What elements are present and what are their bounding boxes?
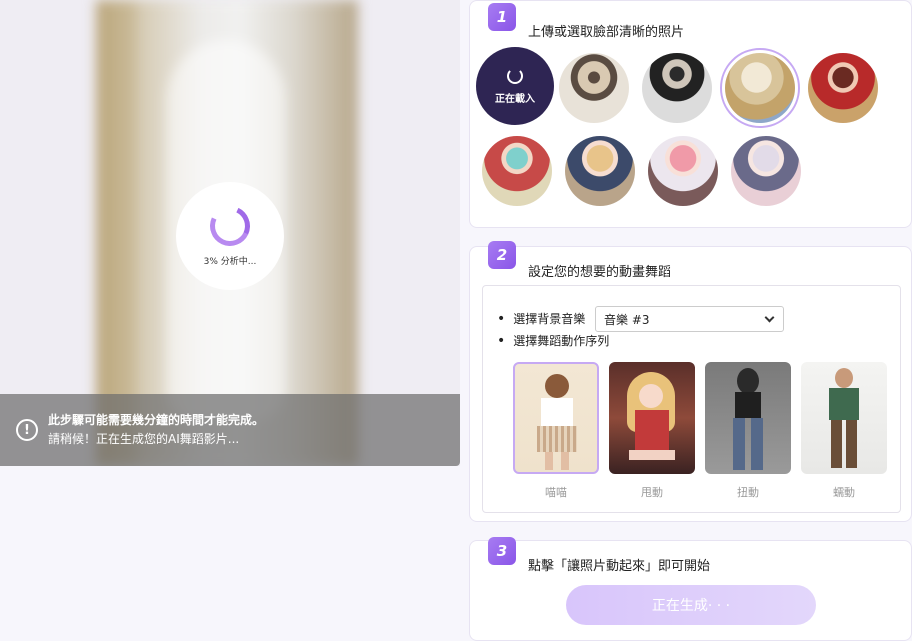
chevron-down-icon: [764, 312, 775, 322]
step1-badge: 1: [488, 3, 516, 31]
generate-button[interactable]: 正在生成· · ·: [566, 585, 816, 625]
sample-photo-1[interactable]: [559, 53, 629, 123]
sample-photo-3-selected[interactable]: [720, 48, 800, 128]
sample-photo-8[interactable]: [731, 136, 801, 206]
dance-option-2[interactable]: 甩動: [609, 362, 695, 500]
preview-panel: 3% 分析中... ! 此步驟可能需要幾分鐘的時間才能完成。 請稍候！正在生成您…: [0, 0, 460, 466]
step2-card: 2 設定您的想要的動畫舞蹈 選擇背景音樂 音樂 #3 選擇舞蹈動作序列 喵喵: [469, 241, 912, 522]
sample-photo-5[interactable]: [482, 136, 552, 206]
upload-loading-avatar[interactable]: 正在載入: [476, 47, 554, 125]
step2-badge: 2: [488, 241, 516, 269]
dance-settings-box: 選擇背景音樂 音樂 #3 選擇舞蹈動作序列 喵喵 甩動: [482, 285, 901, 513]
step2-title: 設定您的想要的動畫舞蹈: [528, 265, 672, 280]
dance-thumb-1: [513, 362, 599, 474]
dance-option-4[interactable]: 蠕動: [801, 362, 887, 500]
notice-bar: ! 此步驟可能需要幾分鐘的時間才能完成。 請稍候！正在生成您的AI舞蹈影片...: [0, 394, 460, 466]
sample-photo-4[interactable]: [808, 53, 878, 123]
step1-title: 上傳或選取臉部清晰的照片: [528, 25, 685, 40]
music-dropdown-value: 音樂 #3: [604, 312, 650, 327]
dance-label-4: 蠕動: [833, 486, 855, 499]
progress-indicator: 3% 分析中...: [176, 182, 284, 290]
info-icon: !: [16, 419, 38, 441]
dance-label-3: 扭動: [737, 486, 759, 499]
dance-label: 選擇舞蹈動作序列: [497, 332, 609, 349]
step3-title: 點擊「讓照片動起來」即可開始: [528, 559, 711, 574]
dance-option-3[interactable]: 扭動: [705, 362, 791, 500]
music-dropdown[interactable]: 音樂 #3: [595, 306, 784, 332]
dance-label-2: 甩動: [641, 486, 663, 499]
spinner-icon: [204, 199, 256, 252]
dance-label-1: 喵喵: [545, 486, 567, 499]
progress-text: 3% 分析中...: [203, 256, 257, 267]
notice-line-2: 請稍候！正在生成您的AI舞蹈影片...: [48, 432, 240, 446]
loading-label: 正在載入: [495, 93, 535, 105]
sample-photo-7[interactable]: [648, 136, 718, 206]
notice-line-1: 此步驟可能需要幾分鐘的時間才能完成。: [48, 413, 265, 427]
dance-thumb-3: [705, 362, 791, 474]
step3-card: 3 點擊「讓照片動起來」即可開始 正在生成· · ·: [469, 537, 912, 641]
step1-card: 1 上傳或選取臉部清晰的照片 正在載入: [469, 0, 912, 228]
music-label: 選擇背景音樂: [497, 310, 585, 327]
sample-photo-6[interactable]: [565, 136, 635, 206]
loading-icon: [507, 67, 523, 84]
step3-badge: 3: [488, 537, 516, 565]
dance-thumb-2: [609, 362, 695, 474]
sample-photo-2[interactable]: [642, 53, 712, 123]
dance-thumb-4: [801, 362, 887, 474]
dance-option-1[interactable]: 喵喵: [513, 362, 599, 500]
